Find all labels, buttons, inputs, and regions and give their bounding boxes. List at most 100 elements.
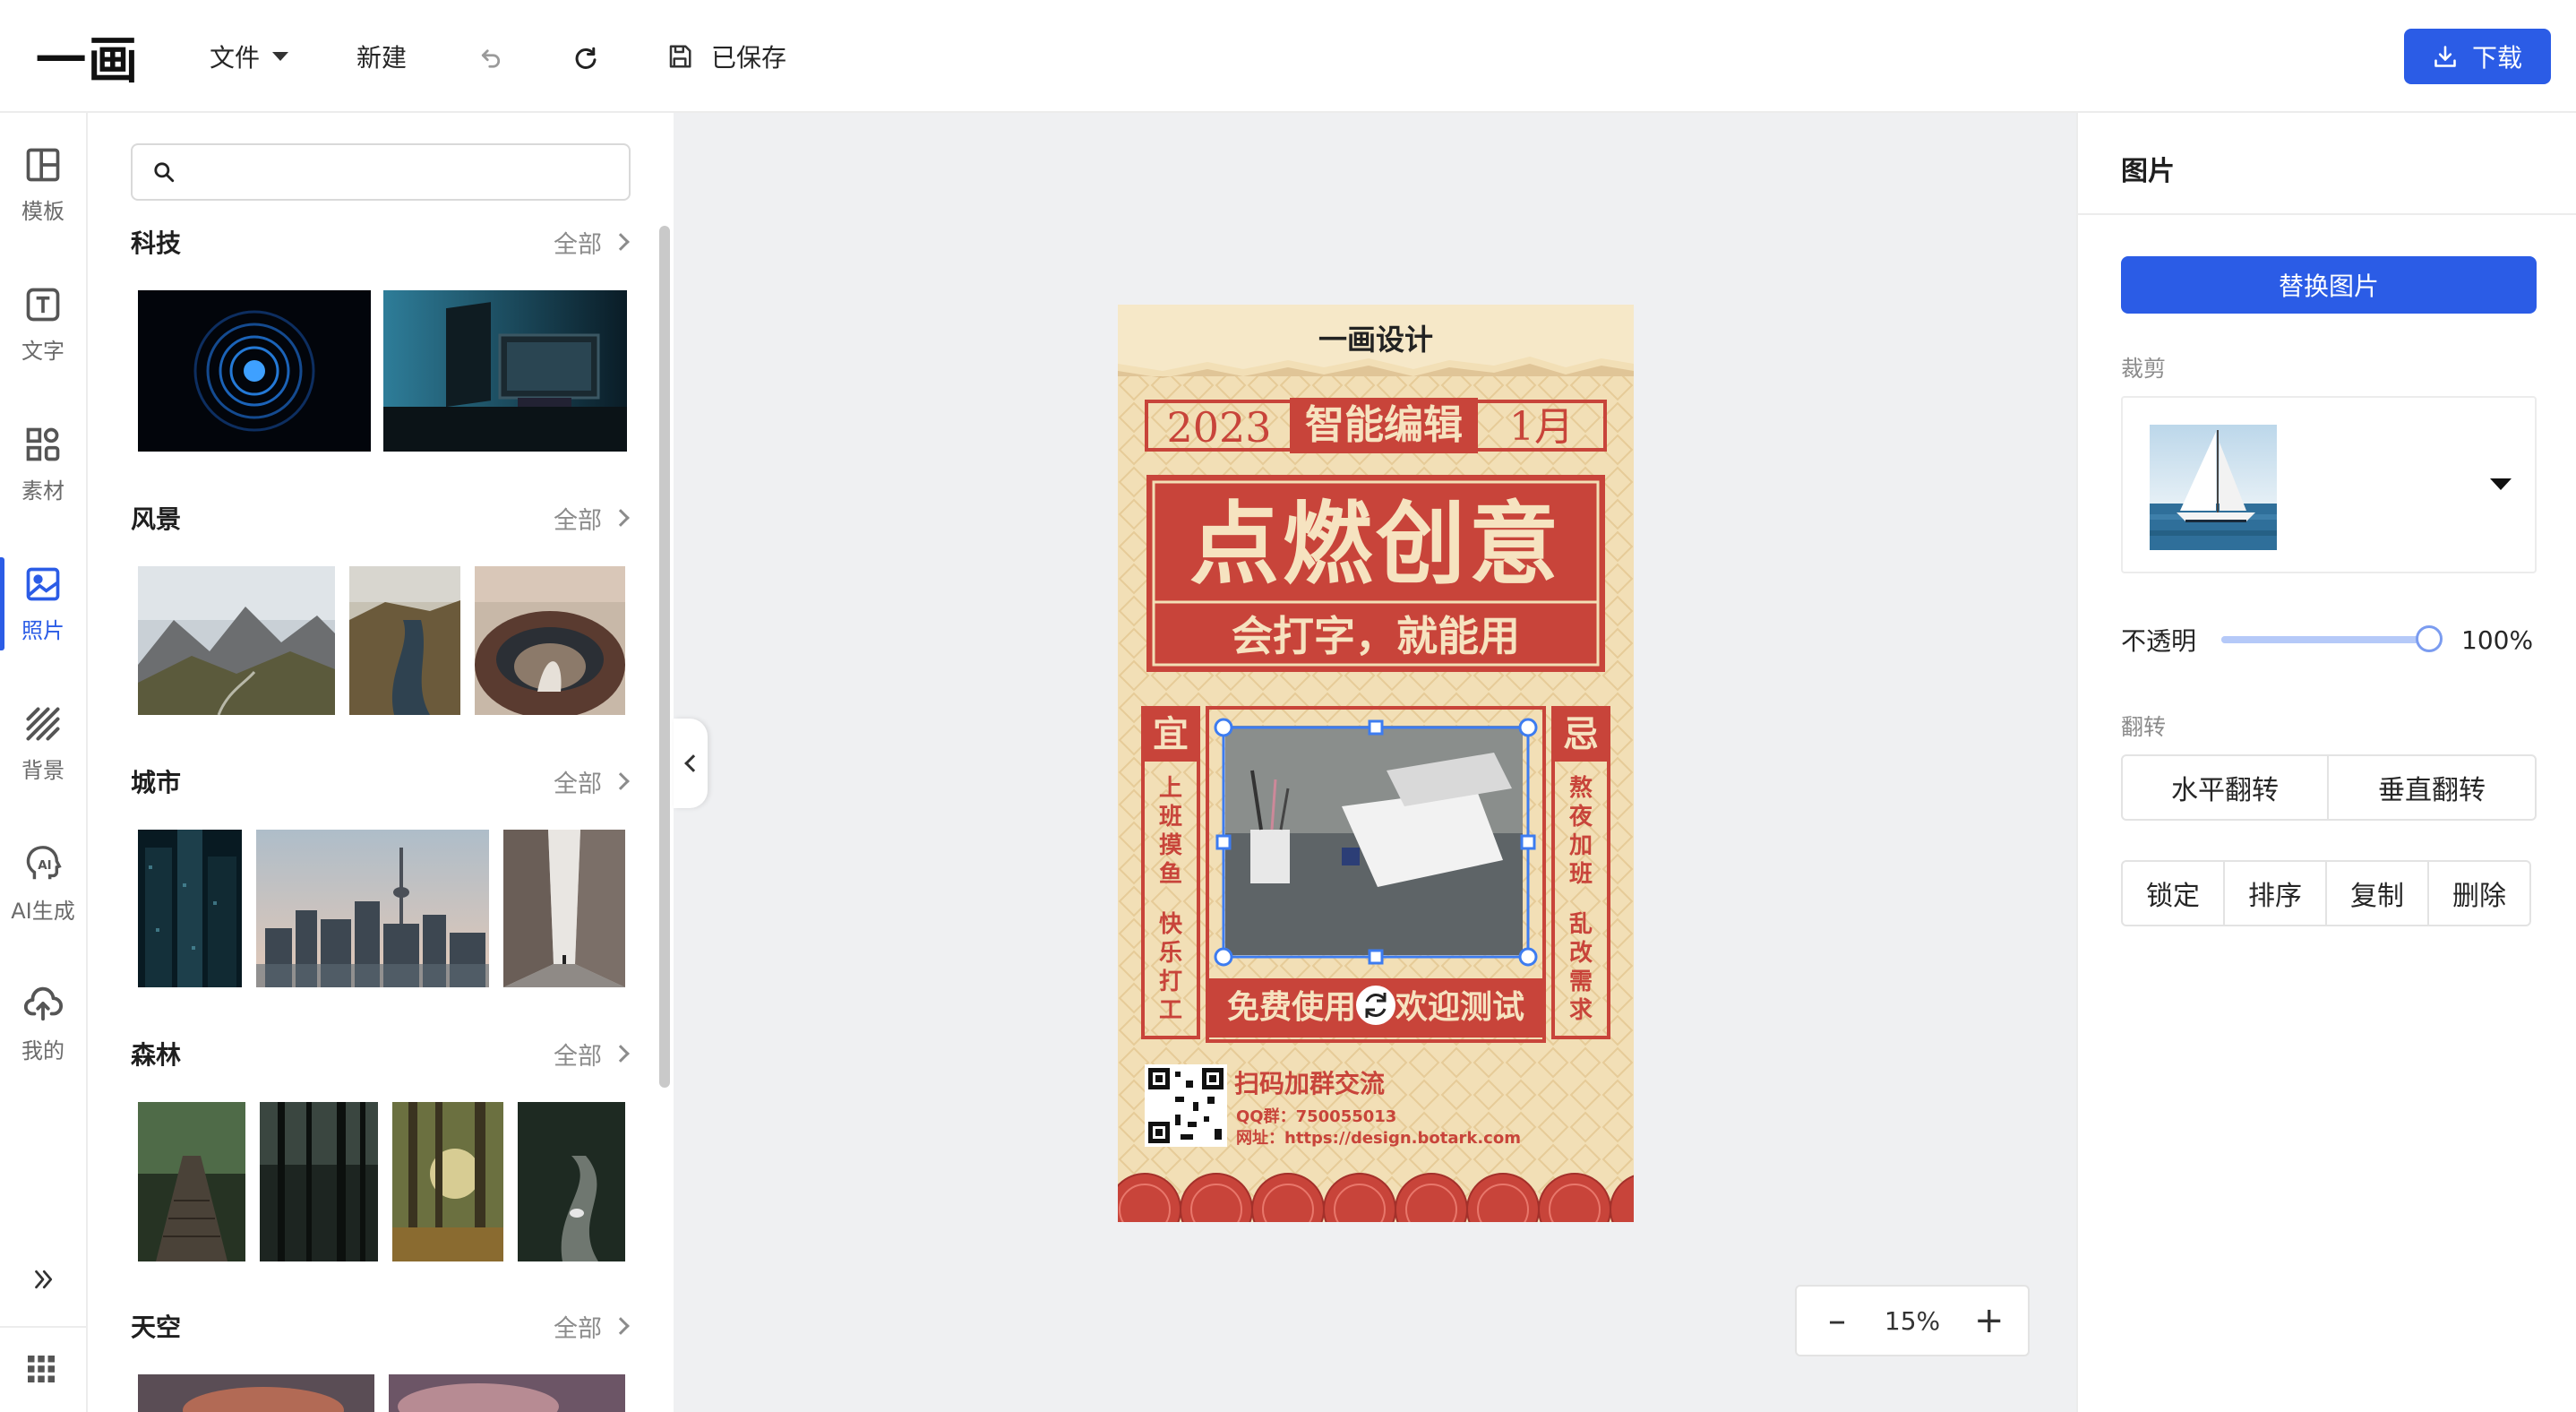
flip-horizontal-button[interactable]: 水平翻转 xyxy=(2121,754,2329,821)
photo-thumb[interactable] xyxy=(138,566,335,715)
order-button[interactable]: 排序 xyxy=(2223,860,2327,926)
photo-thumb[interactable] xyxy=(138,830,242,987)
file-menu-button[interactable]: 文件 xyxy=(210,32,289,81)
new-button[interactable]: 新建 xyxy=(356,32,407,81)
top-toolbar: 一画 文件 新建 已保存 下载 xyxy=(0,0,2576,113)
properties-panel: 图片 替换图片 裁剪 不透明 100% 翻转 水平翻转 垂直翻转 锁定 排序 复… xyxy=(2076,113,2576,1412)
category-all-link[interactable]: 全部 xyxy=(554,225,632,260)
zoom-out-button[interactable]: – xyxy=(1824,1303,1850,1339)
photo-image xyxy=(389,1374,625,1412)
flip-buttons: 水平翻转 垂直翻转 xyxy=(2121,754,2537,821)
poster-ji[interactable]: 忌 xyxy=(1553,710,1609,760)
search-box[interactable] xyxy=(131,143,631,201)
photo-image xyxy=(138,566,335,715)
app-logo[interactable]: 一画 xyxy=(36,27,140,90)
all-label: 全部 xyxy=(554,506,602,535)
poster-banner-left[interactable]: 免费使用 xyxy=(1216,978,1356,1037)
delete-button[interactable]: 删除 xyxy=(2427,860,2531,926)
photo-thumb[interactable] xyxy=(503,830,625,987)
save-status[interactable]: 已保存 xyxy=(666,32,786,81)
all-label: 全部 xyxy=(554,1314,602,1343)
photo-thumb[interactable] xyxy=(138,290,371,452)
nav-item-material[interactable]: 素材 xyxy=(0,410,86,518)
expand-nav-button[interactable] xyxy=(25,1261,61,1297)
redo-icon xyxy=(575,47,597,69)
shapes-icon xyxy=(26,427,60,461)
category-header-forest: 森林 全部 xyxy=(131,1036,632,1072)
lock-button[interactable]: 锁定 xyxy=(2121,860,2225,926)
nav-label: 背景 xyxy=(21,757,64,783)
photo-image xyxy=(138,290,371,452)
photo-thumb[interactable] xyxy=(260,1102,378,1261)
stripes-icon xyxy=(26,706,60,741)
chevron-right-icon xyxy=(612,772,630,790)
poster-month[interactable]: 1月 xyxy=(1483,401,1600,453)
poster-qr-title[interactable]: 扫码加群交流 xyxy=(1234,1064,1385,1100)
undo-button[interactable] xyxy=(471,32,511,81)
poster-tag[interactable]: 智能编辑 xyxy=(1290,398,1478,453)
poster-ji-col1[interactable]: 熬夜加班 xyxy=(1567,774,1594,889)
flip-vertical-button[interactable]: 垂直翻转 xyxy=(2327,754,2537,821)
nav-item-template[interactable]: 模板 xyxy=(0,131,86,238)
photo-thumb[interactable] xyxy=(138,1102,245,1261)
nav-item-background[interactable]: 背景 xyxy=(0,690,86,797)
photo-image xyxy=(256,830,489,987)
save-status-label: 已保存 xyxy=(711,43,787,73)
category-title: 森林 xyxy=(131,1040,182,1070)
crop-preview-image xyxy=(2150,425,2277,550)
poster-subline[interactable]: 会打字，就能用 xyxy=(1154,609,1598,663)
poster-brand[interactable]: 一画设计 xyxy=(1118,317,1634,358)
category-header-landscape: 风景 全部 xyxy=(131,500,632,536)
opacity-value: 100% xyxy=(2461,624,2534,655)
poster-banner-right[interactable]: 欢迎测试 xyxy=(1395,978,1539,1037)
opacity-row: 不透明 100% xyxy=(2121,622,2542,658)
download-button[interactable]: 下载 xyxy=(2404,29,2551,84)
photo-thumb[interactable] xyxy=(389,1374,625,1412)
redo-button[interactable] xyxy=(566,32,605,81)
poster-headline[interactable]: 点燃创意 xyxy=(1154,493,1598,597)
category-all-link[interactable]: 全部 xyxy=(554,764,632,799)
nav-item-photo[interactable]: 照片 xyxy=(0,550,86,658)
category-title: 科技 xyxy=(131,228,182,258)
category-all-link[interactable]: 全部 xyxy=(554,1037,632,1072)
photo-thumb[interactable] xyxy=(518,1102,625,1261)
replace-image-button[interactable]: 替换图片 xyxy=(2121,256,2537,314)
poster-url[interactable]: 网址：https://design.botark.com xyxy=(1236,1125,1521,1149)
opacity-slider-knob[interactable] xyxy=(2416,625,2443,652)
poster-ji-col2[interactable]: 乱改需求 xyxy=(1567,910,1594,1025)
zoom-in-button[interactable]: + xyxy=(1974,1303,2005,1339)
search-input[interactable] xyxy=(190,159,629,185)
crop-select[interactable] xyxy=(2121,396,2537,573)
photo-thumb[interactable] xyxy=(475,566,625,715)
photo-thumb[interactable] xyxy=(383,290,627,452)
properties-divider xyxy=(2078,213,2576,215)
photo-thumb[interactable] xyxy=(256,830,489,987)
poster-yi-col1[interactable]: 上班摸鱼 xyxy=(1157,774,1184,889)
opacity-slider[interactable] xyxy=(2221,625,2443,652)
photo-thumb[interactable] xyxy=(349,566,460,715)
crop-preview xyxy=(2150,425,2277,550)
nav-label: 模板 xyxy=(21,198,64,224)
apps-grid-button[interactable] xyxy=(23,1351,63,1390)
photo-thumb[interactable] xyxy=(138,1374,374,1412)
poster-artboard[interactable]: 一画设计 2023 智能编辑 1月 点燃创意 会打字，就能用 宜 忌 上班摸鱼 … xyxy=(1118,305,1634,1222)
photo-thumb[interactable] xyxy=(392,1102,503,1261)
panel-scrollbar[interactable] xyxy=(659,226,670,1088)
svg-text:AI: AI xyxy=(38,858,51,872)
category-title: 风景 xyxy=(131,504,182,534)
poster-yi[interactable]: 宜 xyxy=(1143,710,1198,760)
collapse-panel-button[interactable] xyxy=(674,719,708,808)
category-all-link[interactable]: 全部 xyxy=(554,501,632,536)
nav-item-text[interactable]: 文字 xyxy=(0,271,86,378)
category-all-link[interactable]: 全部 xyxy=(554,1309,632,1344)
nav-item-mine[interactable]: 我的 xyxy=(0,969,86,1077)
poster-yi-col2[interactable]: 快乐打工 xyxy=(1157,910,1184,1025)
left-nav: 模板 文字 素材 照片 背景 AI AI生成 我的 xyxy=(0,113,88,1412)
copy-button[interactable]: 复制 xyxy=(2325,860,2429,926)
caret-down-icon xyxy=(272,52,289,61)
poster-qq[interactable]: QQ群：750055013 xyxy=(1236,1104,1396,1127)
all-label: 全部 xyxy=(554,230,602,259)
download-icon xyxy=(2434,46,2456,67)
poster-year[interactable]: 2023 xyxy=(1154,401,1284,453)
nav-item-ai[interactable]: AI AI生成 xyxy=(0,830,86,937)
